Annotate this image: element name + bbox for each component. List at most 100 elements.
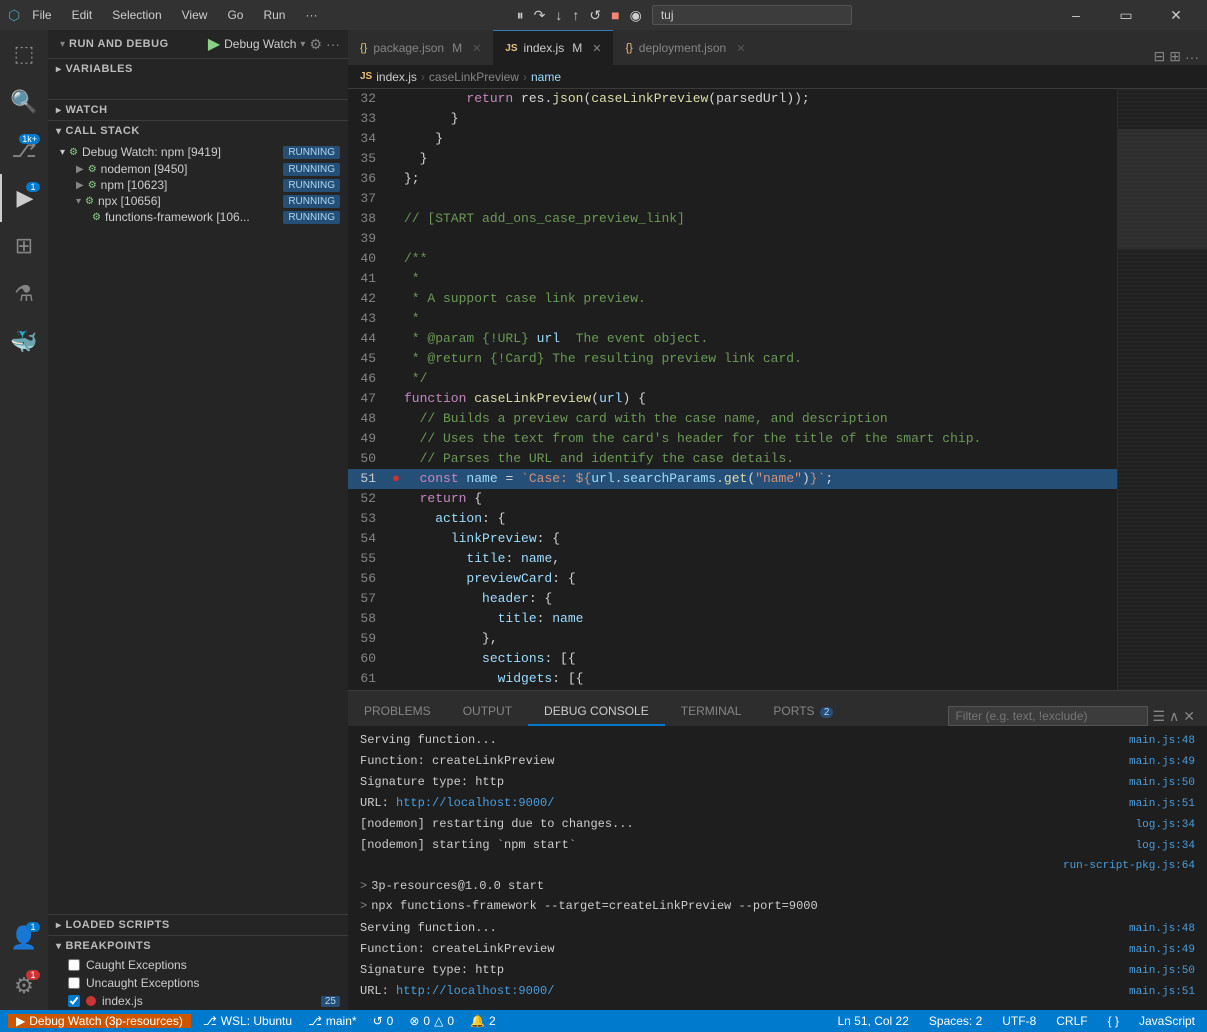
panel-tab-output[interactable]: OUTPUT bbox=[447, 698, 528, 726]
more-tabs-btn[interactable]: ··· bbox=[1185, 49, 1199, 65]
breadcrumb-function[interactable]: caseLinkPreview bbox=[429, 70, 519, 84]
tab-package-json[interactable]: {} package.json M ✕ bbox=[348, 30, 493, 65]
console-link-11[interactable]: main.js:48 bbox=[1129, 920, 1195, 938]
bp-index-checkbox[interactable] bbox=[68, 995, 80, 1007]
menu-file[interactable]: File bbox=[28, 6, 55, 24]
console-link-5[interactable]: log.js:34 bbox=[1136, 816, 1195, 834]
console-link-2[interactable]: main.js:49 bbox=[1129, 753, 1195, 771]
status-encoding[interactable]: UTF-8 bbox=[998, 1014, 1040, 1028]
callstack-header[interactable]: ▾ CALL STACK bbox=[48, 121, 348, 141]
tab-deployment-json[interactable]: {} deployment.json ✕ bbox=[613, 30, 757, 65]
status-notifications[interactable]: 🔔 2 bbox=[466, 1014, 500, 1028]
editor-main[interactable]: 32 return res.json(caseLinkPreview(parse… bbox=[348, 89, 1117, 690]
tab-index-js[interactable]: JS index.js M ✕ bbox=[493, 30, 613, 65]
console-link-1[interactable]: main.js:48 bbox=[1129, 732, 1195, 750]
status-lang-icon[interactable]: { } bbox=[1104, 1014, 1123, 1028]
panel-tab-ports[interactable]: PORTS 2 bbox=[757, 698, 849, 726]
step-into-btn[interactable]: ↓ bbox=[553, 5, 564, 25]
tab-deployment-json-close[interactable]: ✕ bbox=[736, 42, 745, 55]
code-line-37: 37 bbox=[348, 189, 1117, 209]
bp-caught-checkbox[interactable] bbox=[68, 959, 80, 971]
callstack-group-header-main[interactable]: ▾ ⚙ Debug Watch: npm [9419] RUNNING bbox=[48, 143, 348, 161]
activity-settings[interactable]: ⚙ 1 bbox=[0, 962, 48, 1010]
lang-bracket-icon: { } bbox=[1108, 1014, 1119, 1028]
menu-run[interactable]: Run bbox=[259, 6, 289, 24]
callstack-item-functions[interactable]: ⚙ functions-framework [106... RUNNING bbox=[72, 209, 348, 225]
console-link-12[interactable]: main.js:49 bbox=[1129, 941, 1195, 959]
status-wsl[interactable]: ⎇ WSL: Ubuntu bbox=[199, 1014, 296, 1028]
panel-close-btn[interactable]: ✕ bbox=[1183, 708, 1195, 725]
code-line-56: 56 previewCard: { bbox=[348, 569, 1117, 589]
callstack-label-nodemon: nodemon [9450] bbox=[101, 162, 280, 176]
console-link-4[interactable]: main.js:51 bbox=[1129, 795, 1195, 813]
code-line-55: 55 title: name, bbox=[348, 549, 1117, 569]
status-eol[interactable]: CRLF bbox=[1052, 1014, 1091, 1028]
debug-more-btn[interactable]: ··· bbox=[326, 36, 340, 52]
account-badge: 1 bbox=[26, 922, 40, 932]
command-search[interactable] bbox=[652, 5, 852, 25]
panel-filter-input[interactable] bbox=[948, 706, 1148, 726]
panel-tab-debug-console[interactable]: DEBUG CONSOLE bbox=[528, 698, 665, 726]
menu-go[interactable]: Go bbox=[223, 6, 247, 24]
status-errors[interactable]: ⊗ 0 △ 0 bbox=[405, 1014, 458, 1028]
chevron-right-icon: ▶ bbox=[76, 164, 84, 175]
status-cursor[interactable]: Ln 51, Col 22 bbox=[834, 1014, 913, 1028]
layout-btn[interactable]: ⊞ bbox=[1169, 48, 1181, 65]
breadcrumb-file[interactable]: index.js bbox=[376, 70, 417, 84]
activity-search[interactable]: 🔍 bbox=[0, 78, 48, 126]
tab-index-js-close[interactable]: ✕ bbox=[592, 42, 601, 55]
activity-run-debug[interactable]: ▶ 1 bbox=[0, 174, 48, 222]
run-debug-toggle[interactable]: ▾ RUN AND DEBUG bbox=[56, 36, 173, 52]
minimize-btn[interactable]: – bbox=[1053, 0, 1099, 30]
menu-more[interactable]: ··· bbox=[301, 6, 321, 24]
activity-docker[interactable]: 🐳 bbox=[0, 318, 48, 366]
callstack-item-nodemon[interactable]: ▶ ⚙ nodemon [9450] RUNNING bbox=[72, 161, 348, 177]
watch-header[interactable]: ▸ WATCH bbox=[48, 100, 348, 120]
status-sync[interactable]: ↺ 0 bbox=[369, 1014, 398, 1028]
panel-tab-problems[interactable]: PROBLEMS bbox=[348, 698, 447, 726]
console-link-7[interactable]: run-script-pkg.js:64 bbox=[1063, 857, 1195, 875]
bp-uncaught-checkbox[interactable] bbox=[68, 977, 80, 989]
console-link-13[interactable]: main.js:50 bbox=[1129, 962, 1195, 980]
code-line-60: 60 sections: [{ bbox=[348, 649, 1117, 669]
debug-settings-btn[interactable]: ⚙ bbox=[309, 36, 322, 53]
menu-selection[interactable]: Selection bbox=[108, 6, 165, 24]
panel-list-btn[interactable]: ☰ bbox=[1152, 708, 1165, 725]
activity-account[interactable]: 👤 1 bbox=[0, 914, 48, 962]
split-editor-btn[interactable]: ⊟ bbox=[1154, 48, 1166, 65]
stop-btn[interactable]: ■ bbox=[609, 5, 621, 25]
status-spaces[interactable]: Spaces: 2 bbox=[925, 1014, 986, 1028]
callstack-item-npx[interactable]: ▾ ⚙ npx [10656] RUNNING bbox=[72, 193, 348, 209]
activity-source-control[interactable]: ⎇ 1k+ bbox=[0, 126, 48, 174]
status-debug-item[interactable]: ▶ Debug Watch (3p-resources) bbox=[8, 1014, 191, 1028]
activity-explorer[interactable]: ⬚ bbox=[0, 30, 48, 78]
step-out-btn[interactable]: ↑ bbox=[570, 5, 581, 25]
menu-edit[interactable]: Edit bbox=[68, 6, 97, 24]
maximize-btn[interactable]: ▭ bbox=[1103, 0, 1149, 30]
callstack-item-npm[interactable]: ▶ ⚙ npm [10623] RUNNING bbox=[72, 177, 348, 193]
breakpoints-header[interactable]: ▾ BREAKPOINTS bbox=[48, 936, 348, 956]
panel-tab-terminal[interactable]: TERMINAL bbox=[665, 698, 758, 726]
pause-btn[interactable]: ⏸ bbox=[515, 5, 526, 26]
menu-view[interactable]: View bbox=[178, 6, 212, 24]
loaded-scripts-header[interactable]: ▸ LOADED SCRIPTS bbox=[48, 915, 348, 935]
close-btn[interactable]: ✕ bbox=[1153, 0, 1199, 30]
variables-header[interactable]: ▸ VARIABLES bbox=[48, 59, 348, 79]
panel-collapse-btn[interactable]: ∧ bbox=[1169, 708, 1179, 725]
status-branch[interactable]: ⎇ main* bbox=[304, 1014, 361, 1028]
tab-package-json-label: package.json bbox=[373, 41, 444, 55]
breadcrumb-variable[interactable]: name bbox=[531, 70, 561, 84]
step-over-btn[interactable]: ↷ bbox=[532, 5, 548, 26]
activity-testing[interactable]: ⚗ bbox=[0, 270, 48, 318]
activity-extensions[interactable]: ⊞ bbox=[0, 222, 48, 270]
profile-btn[interactable]: ◉ bbox=[628, 5, 644, 26]
console-link-14[interactable]: main.js:51 bbox=[1129, 983, 1195, 1001]
console-link-6[interactable]: log.js:34 bbox=[1136, 837, 1195, 855]
status-language[interactable]: JavaScript bbox=[1135, 1014, 1199, 1028]
tab-package-json-close[interactable]: ✕ bbox=[472, 42, 481, 55]
restart-btn[interactable]: ↺ bbox=[587, 5, 603, 26]
console-link-3[interactable]: main.js:50 bbox=[1129, 774, 1195, 792]
run-debug-badge: 1 bbox=[26, 182, 40, 192]
tab-deployment-json-icon: {} bbox=[625, 42, 632, 54]
panel-content[interactable]: Serving function... main.js:48 Function:… bbox=[348, 726, 1207, 1010]
